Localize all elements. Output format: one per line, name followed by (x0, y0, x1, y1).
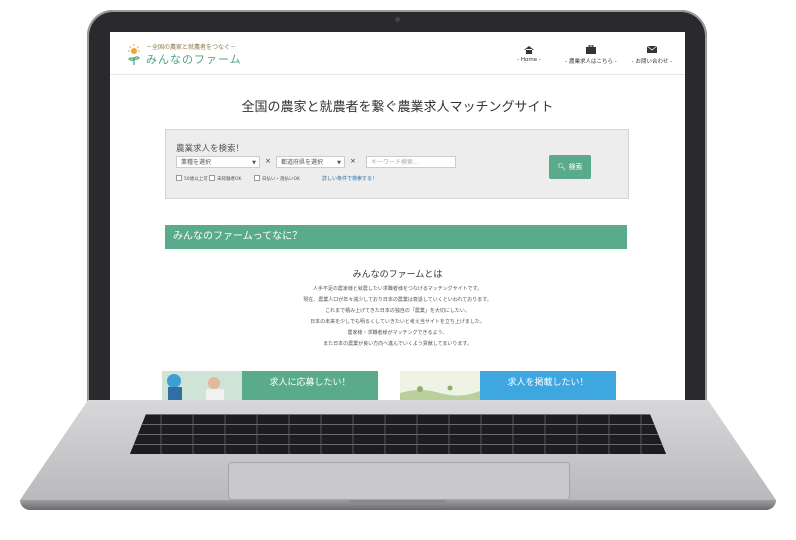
laptop-base (20, 400, 776, 510)
checkbox-age-label: 50歳以上可 (184, 177, 208, 182)
about-section-heading: みんなのファームってなに？ (165, 225, 627, 249)
keyboard-rows (130, 414, 666, 454)
field-photo (400, 371, 480, 400)
nav-contact-label: - お問い合わせ - (631, 59, 673, 65)
nav-home-label: - Home - (517, 57, 541, 63)
clear-prefecture-icon[interactable]: × (350, 157, 356, 165)
industry-select-value: 業種を選択 (181, 159, 212, 166)
about-line: 日本の未来を少しでも明るくしていきたいと考え当サイトを立ち上げました。 (310, 319, 485, 325)
chevron-down-icon: ▼ (252, 160, 256, 166)
about-line: 現在、農業人口が年々減少しており日本の農業は衰退していくといわれております。 (303, 297, 492, 303)
keyboard (130, 414, 666, 454)
apply-card-label: 求人に応募したい！ (242, 371, 378, 400)
laptop-screen: －全国の農家と就農者をつなぐ－ みんなのファーム - Home - - 農業求人… (110, 32, 685, 400)
about-line: 農家様・求職者様がマッチングできるよう、 (347, 330, 448, 336)
home-icon (524, 46, 534, 54)
logo-tagline: －全国の農家と就農者をつなぐ－ (146, 44, 237, 51)
webcam (395, 17, 400, 22)
clear-industry-icon[interactable]: × (265, 157, 271, 165)
search-button[interactable]: 🔍︎ 検索 (549, 155, 591, 179)
advanced-search-link[interactable]: 詳しい条件で検索する！ (322, 175, 377, 182)
nav-jobs[interactable]: - 農業求人はこちら - (560, 45, 622, 65)
about-paragraph: 人手不足の農家様と就農したい求職者様をつなげるマッチングサイトです。 現在、農業… (110, 284, 685, 350)
search-title: 農業求人を検索！ (176, 144, 245, 154)
checkbox-daily-pay[interactable]: 日払い・週払いOK (254, 175, 300, 182)
checkbox-age[interactable]: 50歳以上可 (176, 175, 208, 182)
search-button-label: 検索 (568, 163, 583, 171)
nav-jobs-label: - 農業求人はこちら - (565, 59, 617, 65)
prefecture-select[interactable]: 都道府県を選択 ▼ (276, 156, 345, 168)
checkbox-daily-pay-label: 日払い・週払いOK (262, 177, 300, 182)
nav-contact[interactable]: - お問い合わせ - (624, 45, 680, 65)
post-job-card[interactable]: 求人を掲載したい！ (400, 371, 616, 400)
trackpad (228, 462, 570, 500)
envelope-icon (646, 45, 658, 53)
site-header: －全国の農家と就農者をつなぐ－ みんなのファーム - Home - - 農業求人… (110, 32, 685, 75)
checkbox-box (209, 175, 215, 181)
checkbox-inexperienced[interactable]: 未経験者OK (209, 175, 242, 182)
checkbox-box (176, 175, 182, 181)
apply-card[interactable]: 求人に応募したい！ (162, 371, 378, 400)
chevron-down-icon: ▼ (337, 160, 341, 166)
keyword-input[interactable]: キーワード検索... (366, 156, 456, 168)
briefcase-icon (586, 45, 596, 54)
hero-title: 全国の農家と就農者を繋ぐ農業求人マッチングサイト (241, 100, 554, 115)
checkbox-inexperienced-label: 未経験者OK (217, 177, 242, 182)
logo-name[interactable]: みんなのファーム (146, 51, 242, 67)
search-panel: 農業求人を検索！ 業種を選択 ▼ × 都道府県を選択 ▼ × キーワード検索..… (165, 129, 629, 199)
post-job-card-label: 求人を掲載したい！ (480, 371, 616, 400)
about-subtitle: みんなのファームとは (352, 270, 443, 280)
search-icon: 🔍︎ (557, 163, 567, 171)
industry-select[interactable]: 業種を選択 ▼ (176, 156, 260, 168)
farm-worker-photo (162, 371, 242, 400)
lid-notch (350, 500, 446, 505)
about-line: 人手不足の農家様と就農したい求職者様をつなげるマッチングサイトです。 (312, 286, 483, 292)
prefecture-select-value: 都道府県を選択 (281, 159, 324, 166)
checkbox-box (254, 175, 260, 181)
about-line: これまで積み上げてきた日本の独自の「農業」を大切にしたい。 (325, 308, 470, 314)
about-line: また日本の農業が良い方向へ進んでいくよう貢献してまいります。 (323, 341, 472, 347)
nav-home[interactable]: - Home - (503, 45, 555, 63)
sun-sprout-logo-icon (128, 44, 140, 65)
